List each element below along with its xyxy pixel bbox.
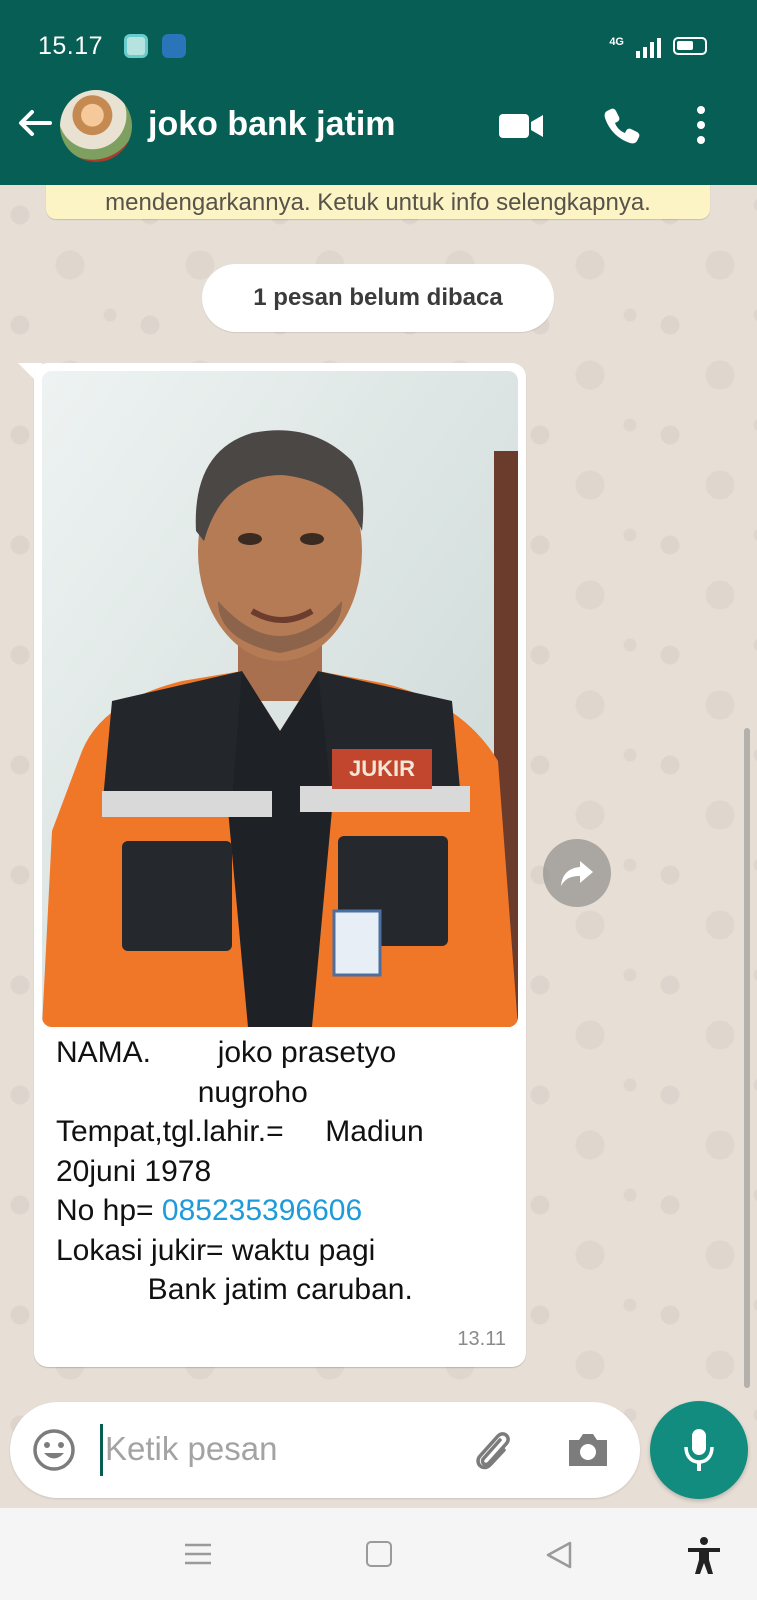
back-triangle-icon[interactable] xyxy=(545,1540,573,1570)
encryption-notice-text: mendengarkannya. Ketuk untuk info seleng… xyxy=(105,189,651,216)
browser-notification-icon xyxy=(162,34,186,58)
more-vertical-icon[interactable] xyxy=(695,105,707,145)
arrow-left-icon[interactable] xyxy=(14,103,54,143)
microphone-button[interactable] xyxy=(650,1401,748,1499)
camera-icon[interactable] xyxy=(565,1428,611,1472)
caption-line-phone: No hp= 085235396606 xyxy=(56,1191,512,1231)
person-photo-illustration: JUKIR xyxy=(42,371,518,1027)
battery-icon xyxy=(673,37,707,55)
caption-line-name: NAMA. joko prasetyo xyxy=(56,1036,397,1069)
chat-area[interactable]: mendengarkannya. Ketuk untuk info seleng… xyxy=(0,185,757,1505)
signal-icon xyxy=(636,38,661,58)
forward-arrow-icon xyxy=(561,861,593,886)
forward-button[interactable] xyxy=(543,839,611,907)
microphone-icon xyxy=(684,1429,714,1471)
caption-line-name-cont: nugroho xyxy=(56,1075,308,1109)
caption-line-location-cont: Bank jatim caruban. xyxy=(56,1273,413,1306)
system-nav-bar xyxy=(0,1508,757,1600)
scrollbar[interactable] xyxy=(744,728,750,1388)
menu-icon[interactable] xyxy=(183,1542,213,1566)
status-time: 15.17 xyxy=(38,32,104,60)
status-bar: 15.17 4G xyxy=(0,0,757,67)
emoji-icon[interactable] xyxy=(32,1428,76,1472)
video-call-icon[interactable] xyxy=(498,111,544,141)
phone-number-link[interactable]: 085235396606 xyxy=(162,1194,362,1227)
encryption-notice[interactable]: mendengarkannya. Ketuk untuk info seleng… xyxy=(46,185,710,219)
jukir-badge-text: JUKIR xyxy=(349,756,415,781)
status-indicators: 4G xyxy=(609,34,707,58)
network-type: 4G xyxy=(609,36,624,48)
phone-icon[interactable] xyxy=(602,106,642,146)
paperclip-icon[interactable] xyxy=(468,1426,516,1474)
text-cursor xyxy=(100,1424,103,1476)
home-icon[interactable] xyxy=(366,1541,392,1567)
message-photo[interactable]: JUKIR xyxy=(42,371,518,1027)
message-composer[interactable]: Ketik pesan xyxy=(10,1402,640,1498)
app-notification-icon xyxy=(124,34,148,58)
phone-prefix: No hp= xyxy=(56,1194,162,1227)
caption-line-birthplace: Tempat,tgl.lahir.= Madiun xyxy=(56,1115,424,1148)
message-time: 13.11 xyxy=(457,1328,506,1350)
chat-header: joko bank jatim xyxy=(0,67,757,185)
incoming-message[interactable]: JUKIR NAMA. joko prasetyo nugroho Tempat… xyxy=(34,363,526,1367)
accessibility-icon[interactable] xyxy=(686,1536,722,1576)
contact-avatar[interactable] xyxy=(60,90,132,162)
caption-line-birthdate: 20juni 1978 xyxy=(56,1154,212,1188)
unread-divider: 1 pesan belum dibaca xyxy=(202,264,554,332)
contact-name[interactable]: joko bank jatim xyxy=(148,105,396,144)
caption-line-location: Lokasi jukir= waktu pagi xyxy=(56,1233,376,1267)
message-input[interactable]: Ketik pesan xyxy=(105,1430,277,1468)
message-caption: NAMA. joko prasetyo nugroho Tempat,tgl.l… xyxy=(56,1033,512,1310)
